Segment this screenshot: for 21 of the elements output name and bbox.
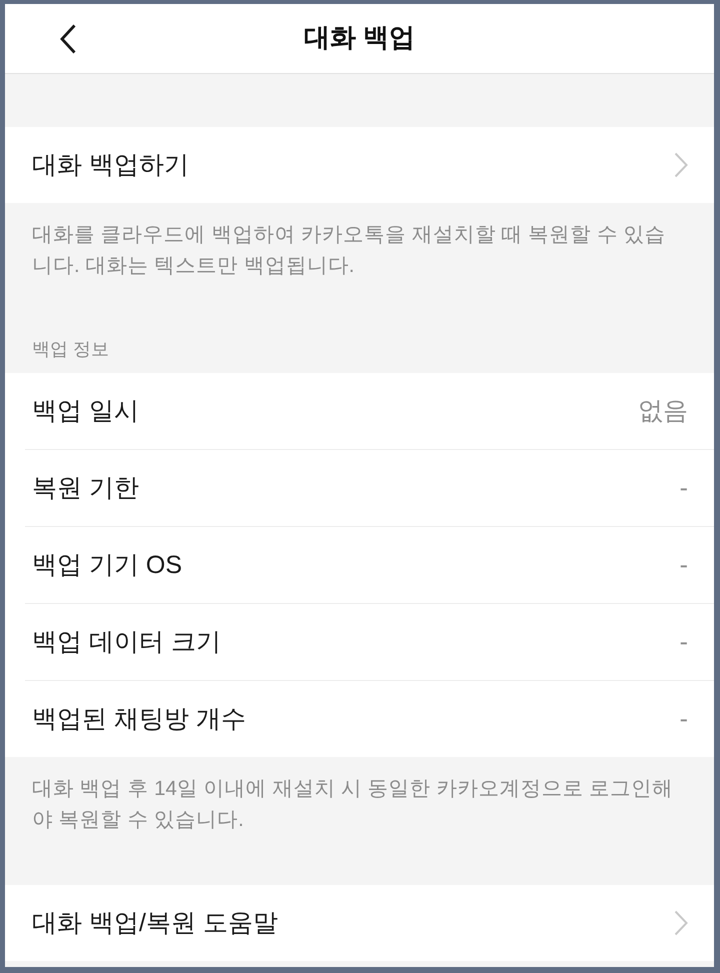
row-label: 백업 데이터 크기 [32, 627, 221, 658]
row-label: 백업 일시 [32, 396, 139, 427]
menu-row[interactable]: 대화 백업하기 [5, 127, 714, 203]
row-label: 대화 백업하기 [32, 150, 189, 181]
row-label: 백업된 채팅방 개수 [32, 704, 246, 735]
row-value: 없음 [638, 396, 688, 427]
row-value: - [680, 704, 688, 735]
row-value: - [680, 627, 688, 658]
menu-row[interactable]: 대화 백업/복원 도움말 [5, 885, 714, 961]
row-label: 대화 백업/복원 도움말 [32, 908, 278, 939]
section-header: 백업 정보 [31, 338, 110, 361]
row-value: - [680, 550, 688, 581]
row-label: 백업 기기 OS [32, 550, 182, 581]
chevron-right-icon [674, 152, 688, 178]
footer-note: 대화를 클라우드에 백업하여 카카오톡을 재설치할 때 복원할 수 있습니다. 대화는 텍스트만 백업됩니다. [31, 222, 667, 279]
screen-title: 대화 백업 [304, 21, 416, 54]
back-chevron-icon [60, 24, 76, 54]
row-value: - [680, 473, 688, 504]
footer-note: 대화 백업 후 14일 이내에 재설치 시 동일한 카카오계정으로 로그인해야 복원할 수 있습니다. [31, 776, 674, 833]
chevron-right-icon [674, 910, 688, 936]
row-label: 복원 기한 [32, 473, 139, 504]
